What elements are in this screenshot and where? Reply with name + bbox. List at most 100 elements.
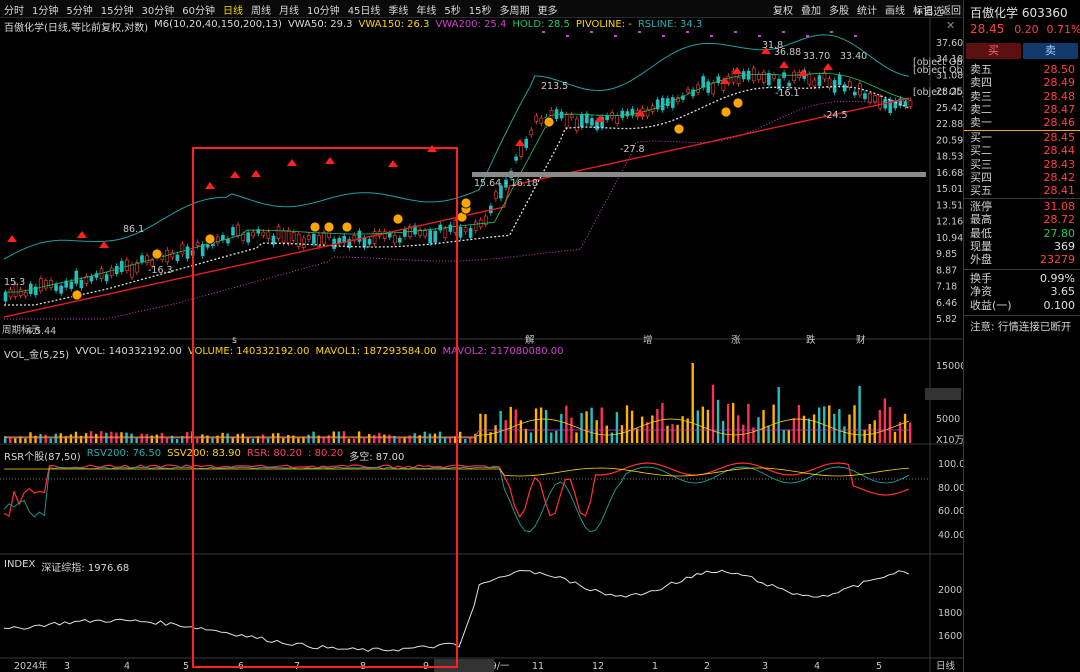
tab-period[interactable]: 更多 [538,2,558,17]
top-signal-dot [614,35,617,37]
event-mark: 增 [643,334,653,346]
candle-body [231,227,235,236]
candle-body [706,81,711,93]
index-legend-item: INDEX [4,559,36,570]
volume-bar [398,437,401,443]
candle-body [686,88,690,93]
volume-bar [201,434,204,443]
tab-period[interactable]: 分时 [4,2,24,17]
action-draw-line[interactable]: 画线 [885,2,905,17]
volume-bar [661,403,664,443]
top-signal-dot [830,31,833,33]
candle-body [807,73,812,85]
tab-period[interactable]: 60分钟 [182,2,215,17]
volume-bar [828,405,831,443]
chart-area[interactable]: 百傲化学(日线,等比前复权,对数) M6(10,20,40,150,200,13)… [0,7,963,672]
price-right-mark: [object Object] [913,65,963,76]
candle-body [458,226,463,238]
action-overlay[interactable]: 叠加 [801,2,821,17]
candle-body [736,76,741,84]
action-adjust[interactable]: 复权 [773,2,793,17]
price-axis-label: 6.46 [936,298,957,309]
candle-body [868,93,872,103]
candle-body [140,255,144,263]
volume-bar [676,424,679,443]
volume-bar [261,434,265,443]
volume-bar [610,432,614,443]
tab-period[interactable]: 45日线 [348,2,381,17]
candle-body [660,98,665,111]
tab-period[interactable]: 日线 [223,2,243,17]
buy-button[interactable]: 买 [966,43,1021,59]
candle-body [39,278,43,292]
volume-bar [135,437,138,443]
candle-body [767,73,771,86]
top-signal-dot [758,35,761,37]
volume-bar [620,425,624,443]
tab-period[interactable]: 季线 [388,2,408,17]
candle-body [787,82,791,87]
volume-bar [777,387,780,443]
volume-bar [186,432,189,443]
x-axis-label: 7 [294,661,300,672]
tab-period[interactable]: 10分钟 [307,2,340,17]
quote-row: 最低 27.80 [964,227,1080,240]
volume-legend-item: VOL_金(5,25) [4,350,70,361]
ma-line [4,85,910,306]
x-axis-label: 3 [64,661,70,672]
quote-row-label: 净资 [970,285,992,299]
period-mark-label: 周期标示 [2,324,40,336]
volume-bar [368,434,371,443]
volume-bar [696,410,700,443]
volume-bar [787,429,791,443]
volume-bar [666,425,669,443]
tab-period[interactable]: 5分钟 [66,2,92,17]
top-signal-dot [854,35,857,37]
tab-period[interactable]: 1分钟 [32,2,58,17]
candle-body [762,71,766,83]
period-toolbar: 分时 1分钟 5分钟 15分钟 30分钟 60分钟 日线 周线 月线 10分钟 45日线 季线 年线 5秒… [0,0,963,18]
volume-bar [671,424,674,443]
volume-bar [767,425,770,443]
candle-body [337,238,341,244]
volume-bar [646,422,649,443]
candle-body [625,111,630,117]
quote-row-value: 28.45 [1043,131,1076,144]
volume-bar [716,399,720,443]
volume-bar [782,429,785,443]
x-axis-label: 4 [124,661,130,672]
stats2-list: 换手 0.99% 净资 3.65 收益(一) 0.100 [964,272,1080,312]
volume-bar [196,438,199,443]
tab-period[interactable]: 5秒 [444,2,460,17]
tab-period[interactable]: 月线 [279,2,299,17]
chart-canvas: 37.6034.1831.0828.2525.4222.8820.5918.53… [0,17,963,672]
volume-bar [266,437,270,443]
tab-period[interactable]: 周线 [251,2,271,17]
tab-period[interactable]: 年线 [416,2,436,17]
action-stats[interactable]: 统计 [857,2,877,17]
action-multi-stock[interactable]: 多股 [829,2,849,17]
action-back[interactable]: 返回 [941,2,961,17]
tab-period[interactable]: 30分钟 [141,2,174,17]
candle-body [190,250,195,256]
signal-circle-marker [460,197,472,209]
tab-period[interactable]: 15分钟 [101,2,134,17]
signal-circle-marker [309,221,321,233]
candle-body [266,231,271,239]
rsr-legend: RSR个股(87,50) RSV200: 76.50 SSV200: 83.90 RS… [4,448,404,463]
candle-body [54,284,58,291]
quote-row-label: 外盘 [970,253,992,267]
volume-bar [817,407,821,443]
candle-body [28,283,33,294]
stats-list: 涨停 31.08 最高 28.72 最低 27.80 现量 369 外盘 23279 [964,200,1080,266]
price-axis-label: 5.82 [936,314,957,325]
candle-body [529,129,534,135]
candle-body [468,228,473,238]
self-select-button[interactable]: +自选 [915,3,943,18]
tab-period[interactable]: 多周期 [500,2,530,17]
signal-circle-marker [543,116,555,128]
quote-row-value: 28.50 [1043,63,1076,76]
sell-button[interactable]: 卖 [1023,43,1078,59]
tab-period[interactable]: 15秒 [469,2,492,17]
signal-up-marker [205,182,215,189]
